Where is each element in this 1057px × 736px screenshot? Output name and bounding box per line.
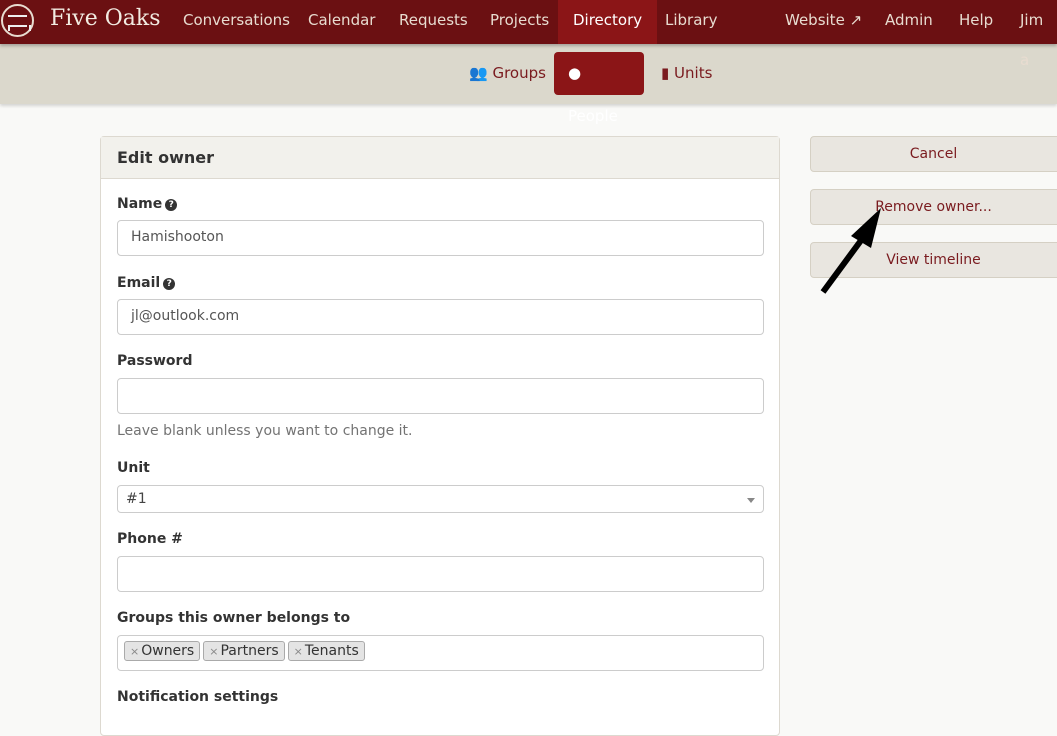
- brand-name[interactable]: Five Oaks: [50, 6, 161, 31]
- password-input[interactable]: [117, 378, 764, 414]
- nav-admin[interactable]: Admin: [870, 0, 948, 44]
- top-navbar: Five Oaks Conversations Calendar Request…: [0, 0, 1057, 69]
- groups-multiselect[interactable]: × Owners × Partners × Tenants: [117, 635, 764, 671]
- email-input[interactable]: jl@outlook.com: [117, 299, 764, 335]
- tab-people[interactable]: ● People: [554, 52, 644, 125]
- groups-label: Groups this owner belongs to: [117, 610, 351, 626]
- bench-logo-icon[interactable]: [1, 4, 34, 37]
- nav-user-menu[interactable]: Jim a: [1005, 0, 1057, 69]
- external-link-icon: ↗: [849, 11, 863, 29]
- notifications-label: Notification settings: [117, 689, 279, 705]
- annotation-arrow-icon: [820, 208, 881, 294]
- name-label-text: Name: [117, 196, 163, 212]
- remove-tag-icon[interactable]: ×: [130, 645, 139, 658]
- group-tag-tenants: × Tenants: [287, 641, 365, 661]
- password-hint: Leave blank unless you want to change it…: [117, 423, 413, 439]
- nav-calendar[interactable]: Calendar: [293, 0, 390, 44]
- email-label: Email?: [117, 275, 176, 291]
- panel-title: Edit owner: [101, 137, 779, 179]
- unit-label: Unit: [117, 460, 150, 476]
- nav-help[interactable]: Help: [944, 0, 1008, 44]
- nav-requests[interactable]: Requests: [384, 0, 483, 44]
- unit-select-value: #1: [126, 491, 147, 507]
- group-tag-owners: × Owners: [124, 641, 201, 661]
- unit-select[interactable]: #1: [117, 485, 764, 513]
- remove-tag-icon[interactable]: ×: [294, 645, 303, 658]
- phone-label: Phone #: [117, 531, 183, 547]
- group-tag-label: Tenants: [304, 643, 359, 659]
- name-label: Name?: [117, 196, 178, 212]
- tab-groups-label: Groups: [492, 64, 546, 82]
- phone-input[interactable]: [117, 556, 764, 592]
- group-tag-label: Partners: [220, 643, 279, 659]
- nav-website-label: Website: [785, 11, 845, 29]
- remove-tag-icon[interactable]: ×: [209, 645, 218, 658]
- users-icon: 👥: [469, 64, 488, 82]
- group-tag-partners: × Partners: [203, 641, 285, 661]
- tab-units[interactable]: ▮ Units: [647, 52, 726, 95]
- cancel-button[interactable]: Cancel: [810, 136, 1057, 172]
- group-tag-label: Owners: [141, 643, 195, 659]
- tab-units-label: Units: [674, 64, 713, 82]
- nav-projects[interactable]: Projects: [475, 0, 564, 44]
- tab-groups[interactable]: 👥 Groups: [455, 52, 560, 95]
- password-label: Password: [117, 353, 193, 369]
- door-icon: ▮: [661, 64, 670, 82]
- tab-people-label: People: [568, 107, 618, 125]
- edit-owner-panel: Edit owner Name? Hamishooton Email? jl@o…: [100, 136, 780, 736]
- user-icon: ●: [568, 64, 582, 82]
- nav-website[interactable]: Website ↗: [770, 0, 877, 44]
- help-icon[interactable]: ?: [163, 278, 176, 290]
- directory-subnav: 👥 Groups ● People ▮ Units: [0, 44, 1057, 125]
- name-input[interactable]: Hamishooton: [117, 220, 764, 256]
- chevron-down-icon: [747, 498, 755, 503]
- email-label-text: Email: [117, 275, 161, 291]
- nav-conversations[interactable]: Conversations: [168, 0, 305, 44]
- nav-library[interactable]: Library: [650, 0, 732, 44]
- nav-directory[interactable]: Directory: [558, 0, 658, 44]
- help-icon[interactable]: ?: [165, 199, 178, 211]
